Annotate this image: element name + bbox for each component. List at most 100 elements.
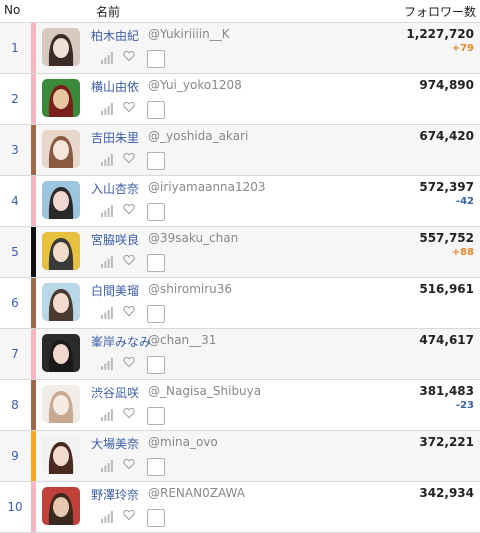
twitter-handle[interactable]: @shiromiru36	[148, 282, 232, 296]
select-checkbox[interactable]	[147, 254, 165, 272]
avatar[interactable]	[42, 181, 80, 219]
table-header: No 名前 フォロワー数	[0, 0, 480, 23]
follower-change: +79	[451, 43, 474, 54]
twitter-handle[interactable]: @RENAN0ZAWA	[148, 486, 245, 500]
follower-count: 974,890	[419, 78, 474, 92]
signal-bars-icon[interactable]	[101, 103, 113, 115]
heart-icon[interactable]	[123, 152, 135, 164]
avatar[interactable]	[42, 28, 80, 66]
select-checkbox[interactable]	[147, 203, 165, 221]
follower-count: 674,420	[419, 129, 474, 143]
signal-bars-icon[interactable]	[101, 460, 113, 472]
rank-number: 7	[11, 347, 19, 361]
follower-count: 516,961	[419, 282, 474, 296]
ranking-list: 1 柏木由紀 @Yukiriiiin__K 1,227,720 +79 2 横山…	[0, 23, 480, 533]
member-name[interactable]: 大場美奈	[91, 435, 139, 452]
header-no: No	[4, 3, 21, 17]
group-color-bar	[31, 278, 36, 328]
rank-number: 5	[11, 245, 19, 259]
avatar[interactable]	[42, 334, 80, 372]
group-color-bar	[31, 431, 36, 481]
table-row: 10 野澤玲奈 @RENAN0ZAWA 342,934	[0, 482, 480, 533]
table-row: 9 大場美奈 @mina_ovo 372,221	[0, 431, 480, 482]
table-row: 1 柏木由紀 @Yukiriiiin__K 1,227,720 +79	[0, 23, 480, 74]
follower-count: 342,934	[419, 486, 474, 500]
twitter-handle[interactable]: @chan__31	[148, 333, 216, 347]
select-checkbox[interactable]	[147, 305, 165, 323]
select-checkbox[interactable]	[147, 152, 165, 170]
avatar[interactable]	[42, 385, 80, 423]
heart-icon[interactable]	[123, 101, 135, 113]
heart-icon[interactable]	[123, 356, 135, 368]
select-checkbox[interactable]	[147, 407, 165, 425]
heart-icon[interactable]	[123, 509, 135, 521]
follower-change: -23	[455, 400, 474, 411]
follower-change: -42	[455, 196, 474, 207]
member-name[interactable]: 峯岸みなみ	[91, 333, 151, 350]
heart-icon[interactable]	[123, 407, 135, 419]
rank-number: 2	[11, 92, 19, 106]
heart-icon[interactable]	[123, 50, 135, 62]
select-checkbox[interactable]	[147, 458, 165, 476]
heart-icon[interactable]	[123, 254, 135, 266]
signal-bars-icon[interactable]	[101, 154, 113, 166]
member-name[interactable]: 柏木由紀	[91, 27, 139, 44]
follower-count: 557,752	[419, 231, 474, 245]
signal-bars-icon[interactable]	[101, 205, 113, 217]
avatar[interactable]	[42, 130, 80, 168]
avatar[interactable]	[42, 487, 80, 525]
table-row: 2 横山由依 @Yui_yoko1208 974,890	[0, 74, 480, 125]
rank-number: 8	[11, 398, 19, 412]
group-color-bar	[31, 380, 36, 430]
select-checkbox[interactable]	[147, 356, 165, 374]
select-checkbox[interactable]	[147, 50, 165, 68]
signal-bars-icon[interactable]	[101, 409, 113, 421]
member-name[interactable]: 渋谷凪咲	[91, 384, 139, 401]
twitter-handle[interactable]: @39saku_chan	[148, 231, 238, 245]
avatar[interactable]	[42, 79, 80, 117]
twitter-handle[interactable]: @Yukiriiiin__K	[148, 27, 230, 41]
member-name[interactable]: 吉田朱里	[91, 129, 139, 146]
select-checkbox[interactable]	[147, 509, 165, 527]
group-color-bar	[31, 482, 36, 532]
member-name[interactable]: 白間美瑠	[91, 282, 139, 299]
table-row: 7 峯岸みなみ @chan__31 474,617	[0, 329, 480, 380]
signal-bars-icon[interactable]	[101, 358, 113, 370]
avatar[interactable]	[42, 436, 80, 474]
member-name[interactable]: 野澤玲奈	[91, 486, 139, 503]
follower-count: 1,227,720	[406, 27, 474, 41]
twitter-handle[interactable]: @iriyamaanna1203	[148, 180, 266, 194]
avatar[interactable]	[42, 232, 80, 270]
table-row: 4 入山杏奈 @iriyamaanna1203 572,397 -42	[0, 176, 480, 227]
heart-icon[interactable]	[123, 305, 135, 317]
follower-change: +88	[451, 247, 474, 258]
follower-count: 572,397	[419, 180, 474, 194]
twitter-handle[interactable]: @Yui_yoko1208	[148, 78, 242, 92]
group-color-bar	[31, 23, 36, 73]
member-name[interactable]: 宮脇咲良	[91, 231, 139, 248]
member-name[interactable]: 入山杏奈	[91, 180, 139, 197]
rank-number: 10	[7, 500, 23, 514]
follower-count: 372,221	[419, 435, 474, 449]
table-row: 6 白間美瑠 @shiromiru36 516,961	[0, 278, 480, 329]
follower-count: 381,483	[419, 384, 474, 398]
signal-bars-icon[interactable]	[101, 511, 113, 523]
heart-icon[interactable]	[123, 458, 135, 470]
table-row: 5 宮脇咲良 @39saku_chan 557,752 +88	[0, 227, 480, 278]
group-color-bar	[31, 125, 36, 175]
member-name[interactable]: 横山由依	[91, 78, 139, 95]
signal-bars-icon[interactable]	[101, 52, 113, 64]
group-color-bar	[31, 176, 36, 226]
signal-bars-icon[interactable]	[101, 307, 113, 319]
rank-number: 1	[11, 41, 19, 55]
twitter-handle[interactable]: @_Nagisa_Shibuya	[148, 384, 261, 398]
group-color-bar	[31, 74, 36, 124]
signal-bars-icon[interactable]	[101, 256, 113, 268]
rank-number: 9	[11, 449, 19, 463]
avatar[interactable]	[42, 283, 80, 321]
twitter-handle[interactable]: @mina_ovo	[148, 435, 218, 449]
twitter-handle[interactable]: @_yoshida_akari	[148, 129, 248, 143]
select-checkbox[interactable]	[147, 101, 165, 119]
heart-icon[interactable]	[123, 203, 135, 215]
table-row: 8 渋谷凪咲 @_Nagisa_Shibuya 381,483 -23	[0, 380, 480, 431]
